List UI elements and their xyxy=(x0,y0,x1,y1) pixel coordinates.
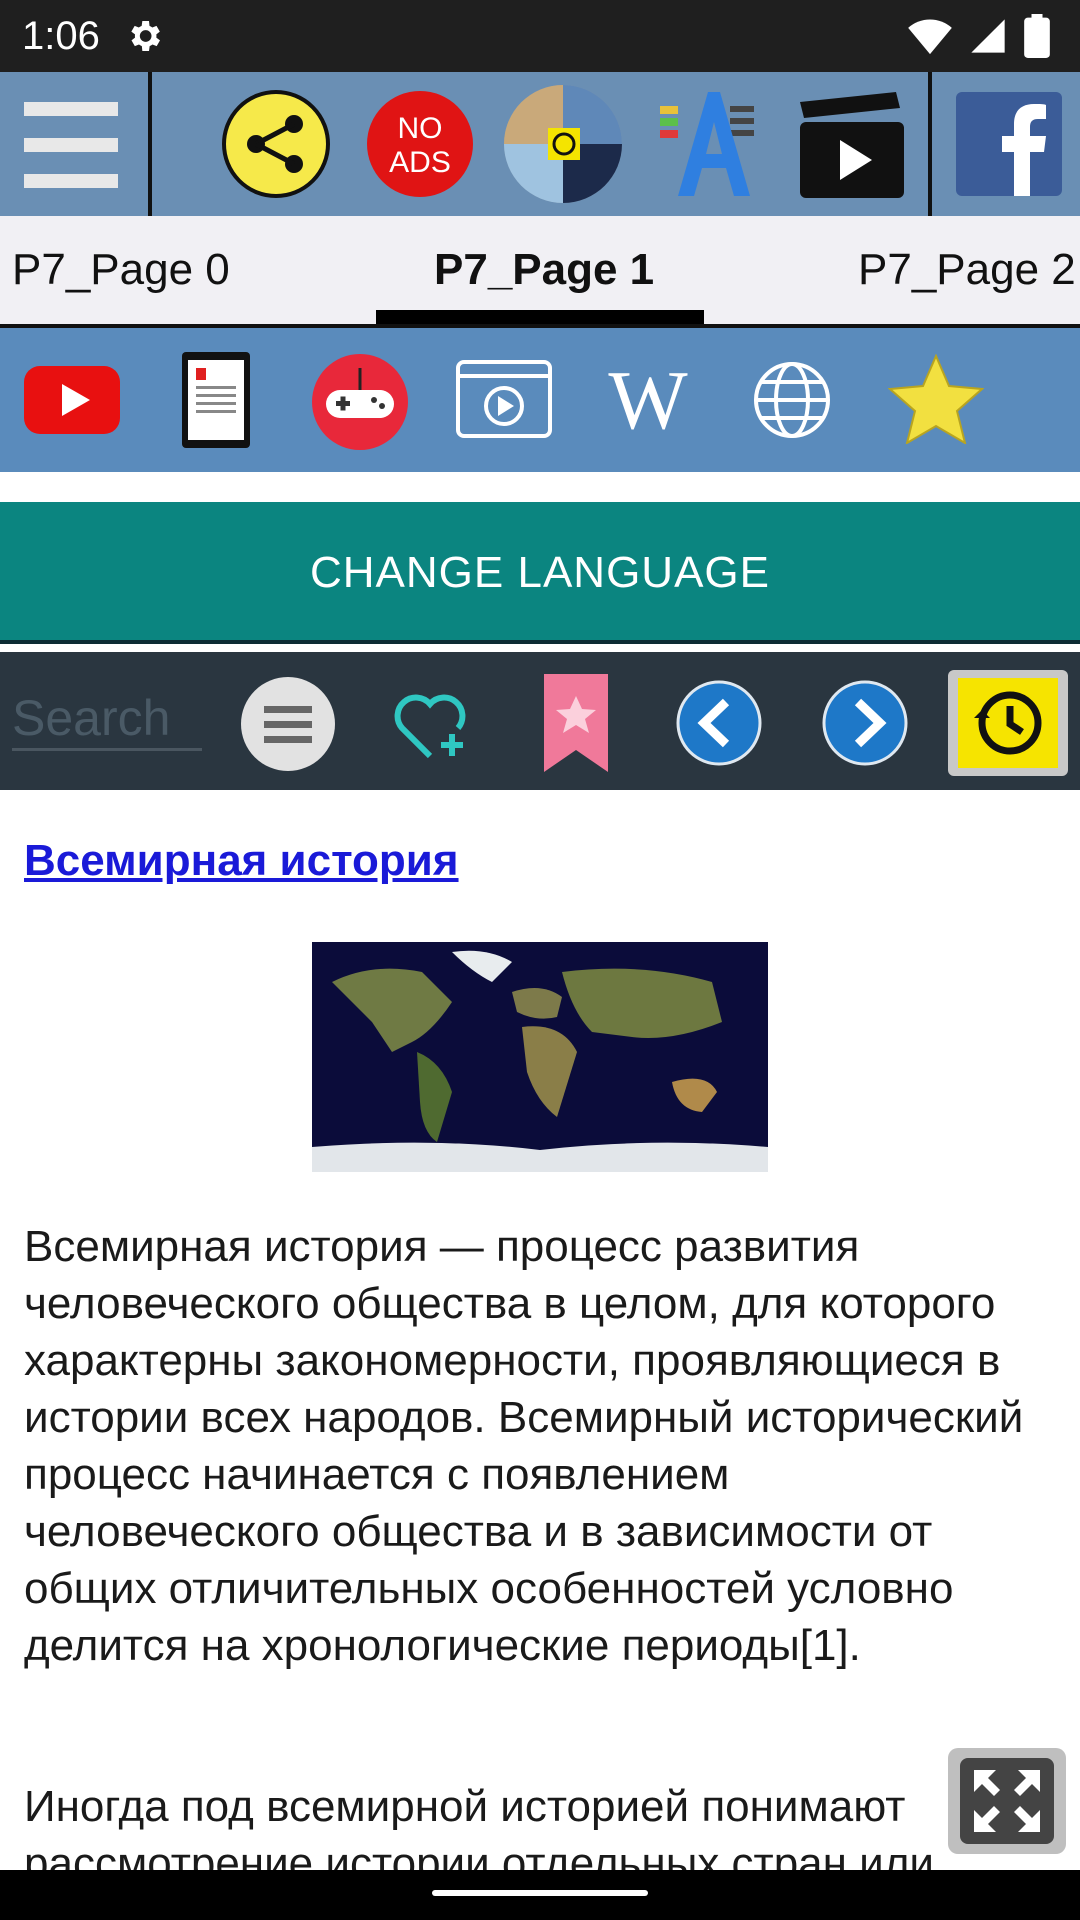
youtube-icon[interactable] xyxy=(24,366,120,434)
forward-arrow-icon[interactable] xyxy=(822,680,908,766)
heart-add-icon[interactable] xyxy=(394,690,470,760)
tab-page-1[interactable]: P7_Page 1 xyxy=(434,244,654,296)
bookmark-star-icon[interactable] xyxy=(544,674,608,772)
search-input[interactable] xyxy=(12,688,202,751)
wifi-icon xyxy=(908,19,952,55)
globe-icon[interactable] xyxy=(752,360,832,440)
no-ads-icon[interactable]: NO ADS xyxy=(366,90,474,198)
system-navigation-bar xyxy=(0,1870,1080,1920)
signal-icon xyxy=(971,19,1005,53)
wikipedia-icon[interactable]: W xyxy=(600,356,696,446)
search-toolbar xyxy=(0,652,1080,790)
top-toolbar: NO ADS xyxy=(0,72,1080,216)
battery-icon xyxy=(1024,14,1050,58)
tab-page-0[interactable]: P7_Page 0 xyxy=(12,244,230,296)
no-ads-text-2: ADS xyxy=(389,146,451,179)
fullscreen-button[interactable] xyxy=(948,1748,1066,1854)
font-size-icon[interactable] xyxy=(660,92,760,196)
history-world-icon[interactable] xyxy=(502,84,624,204)
back-arrow-icon[interactable] xyxy=(676,680,762,766)
facebook-icon[interactable] xyxy=(956,92,1062,196)
video-player-icon[interactable] xyxy=(456,360,552,438)
article-paragraph-2: Иногда под всемирной историей понимают р… xyxy=(24,1782,934,1870)
fullscreen-icon xyxy=(974,1770,1040,1832)
change-language-button[interactable]: CHANGE LANGUAGE xyxy=(0,502,1080,644)
list-menu-icon[interactable] xyxy=(240,676,336,772)
video-clapper-icon[interactable] xyxy=(796,92,906,200)
ebook-reader-icon[interactable] xyxy=(182,352,250,448)
home-gesture-handle[interactable] xyxy=(432,1890,648,1896)
quick-links-bar: W xyxy=(0,328,1080,472)
status-time: 1:06 xyxy=(22,14,100,58)
world-map-image xyxy=(312,942,768,1172)
tab-selected-indicator xyxy=(376,310,704,324)
settings-gear-icon xyxy=(131,21,160,51)
history-icon[interactable] xyxy=(948,670,1068,776)
share-icon[interactable] xyxy=(222,90,330,198)
tab-page-2[interactable]: P7_Page 2 xyxy=(858,244,1076,296)
menu-icon[interactable] xyxy=(24,102,118,188)
article-title-link[interactable]: Всемирная история xyxy=(24,836,459,886)
gamepad-icon[interactable] xyxy=(312,354,408,450)
article-paragraph-1: Всемирная история — процесс развития чел… xyxy=(24,1222,1024,1670)
star-icon[interactable] xyxy=(888,354,984,444)
no-ads-text-1: NO xyxy=(398,112,443,145)
status-bar: 1:06 xyxy=(0,0,1080,72)
